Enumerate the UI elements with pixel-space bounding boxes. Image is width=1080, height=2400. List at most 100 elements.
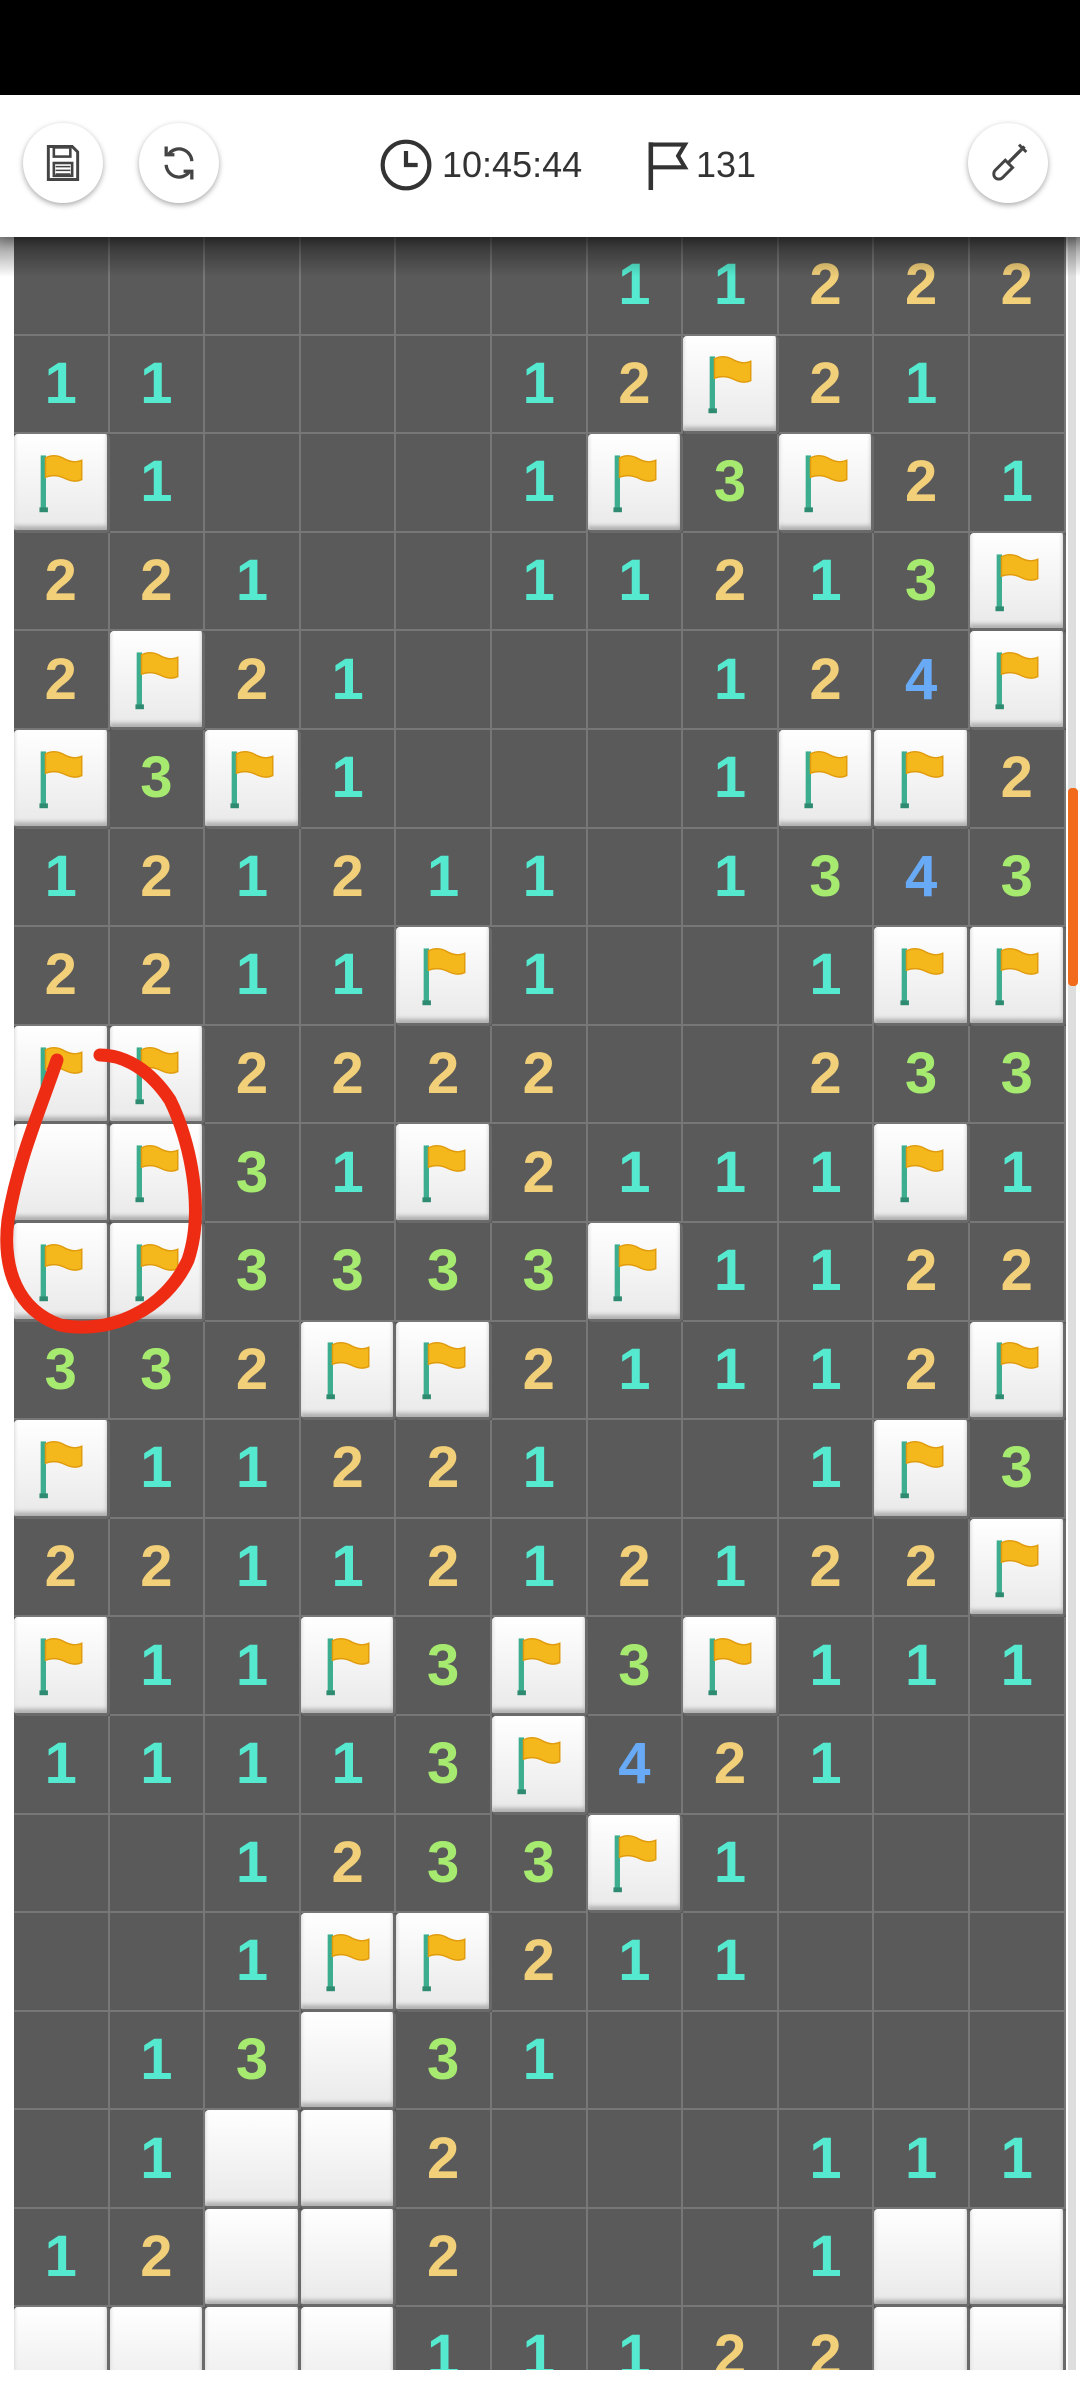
empty-cell[interactable] (14, 1913, 110, 2012)
number-cell[interactable]: 2 (14, 927, 110, 1026)
number-cell[interactable]: 1 (778, 1222, 875, 1322)
number-cell[interactable]: 1 (778, 532, 875, 632)
number-cell[interactable]: 1 (683, 1913, 779, 2012)
number-cell[interactable]: 1 (683, 1124, 779, 1223)
number-cell[interactable]: 2 (683, 532, 779, 632)
number-cell[interactable]: 4 (874, 631, 970, 730)
covered-cell[interactable] (300, 2011, 397, 2111)
number-cell[interactable]: 1 (300, 631, 397, 730)
minesweeper-grid[interactable]: 1122211122111321221112132211243112121211… (14, 237, 1066, 2370)
empty-cell[interactable] (396, 237, 492, 336)
flagged-cell[interactable] (300, 1321, 397, 1421)
number-cell[interactable]: 1 (205, 1617, 301, 1716)
covered-cell[interactable] (874, 2208, 970, 2308)
number-cell[interactable]: 1 (587, 1913, 684, 2012)
number-cell[interactable]: 1 (396, 828, 492, 928)
flagged-cell[interactable] (683, 335, 779, 435)
empty-cell[interactable] (205, 237, 301, 336)
number-cell[interactable]: 2 (969, 1222, 1066, 1322)
number-cell[interactable]: 1 (14, 2208, 110, 2308)
covered-cell[interactable] (300, 2208, 397, 2308)
flagged-cell[interactable] (874, 927, 970, 1026)
number-cell[interactable]: 1 (491, 1518, 588, 1618)
number-cell[interactable]: 2 (14, 631, 110, 730)
covered-cell[interactable] (874, 2307, 970, 2370)
number-cell[interactable]: 2 (396, 2208, 492, 2308)
empty-cell[interactable] (683, 2110, 779, 2209)
flagged-cell[interactable] (969, 927, 1066, 1026)
empty-cell[interactable] (587, 2110, 684, 2209)
number-cell[interactable]: 2 (205, 1025, 301, 1125)
empty-cell[interactable] (396, 335, 492, 435)
number-cell[interactable]: 1 (778, 1617, 875, 1716)
number-cell[interactable]: 1 (778, 1124, 875, 1223)
empty-cell[interactable] (969, 1715, 1066, 1815)
empty-cell[interactable] (683, 927, 779, 1026)
number-cell[interactable]: 1 (778, 927, 875, 1026)
flagged-cell[interactable] (396, 927, 492, 1026)
flagged-cell[interactable] (396, 1321, 492, 1421)
number-cell[interactable]: 1 (14, 335, 110, 435)
number-cell[interactable]: 1 (969, 2110, 1066, 2209)
number-cell[interactable]: 1 (683, 1321, 779, 1421)
number-cell[interactable]: 1 (587, 1321, 684, 1421)
number-cell[interactable]: 2 (491, 1124, 588, 1223)
number-cell[interactable]: 1 (778, 2110, 875, 2209)
empty-cell[interactable] (491, 729, 588, 829)
flagged-cell[interactable] (109, 1124, 206, 1223)
number-cell[interactable]: 3 (396, 1617, 492, 1716)
covered-cell[interactable] (205, 2110, 301, 2209)
number-cell[interactable]: 1 (109, 2110, 206, 2209)
save-button[interactable] (23, 123, 103, 203)
number-cell[interactable]: 1 (778, 1321, 875, 1421)
number-cell[interactable]: 2 (14, 1518, 110, 1618)
number-cell[interactable]: 1 (683, 729, 779, 829)
number-cell[interactable]: 2 (491, 1321, 588, 1421)
number-cell[interactable]: 3 (205, 2011, 301, 2111)
number-cell[interactable]: 1 (491, 2011, 588, 2111)
number-cell[interactable]: 3 (587, 1617, 684, 1716)
flagged-cell[interactable] (14, 1025, 110, 1125)
flagged-cell[interactable] (14, 729, 110, 829)
covered-cell[interactable] (205, 2307, 301, 2370)
number-cell[interactable]: 2 (109, 2208, 206, 2308)
number-cell[interactable]: 3 (969, 1420, 1066, 1519)
number-cell[interactable]: 3 (205, 1222, 301, 1322)
flagged-cell[interactable] (778, 729, 875, 829)
covered-cell[interactable] (300, 2307, 397, 2370)
number-cell[interactable]: 2 (14, 532, 110, 632)
empty-cell[interactable] (109, 1913, 206, 2012)
number-cell[interactable]: 1 (109, 1420, 206, 1519)
covered-cell[interactable] (205, 2208, 301, 2308)
flagged-cell[interactable] (683, 1617, 779, 1716)
flagged-cell[interactable] (778, 434, 875, 533)
empty-cell[interactable] (969, 1814, 1066, 1914)
empty-cell[interactable] (683, 2011, 779, 2111)
number-cell[interactable]: 1 (109, 335, 206, 435)
empty-cell[interactable] (109, 237, 206, 336)
number-cell[interactable]: 1 (300, 1124, 397, 1223)
number-cell[interactable]: 1 (14, 1715, 110, 1815)
number-cell[interactable]: 2 (778, 335, 875, 435)
empty-cell[interactable] (14, 2011, 110, 2111)
number-cell[interactable]: 2 (969, 729, 1066, 829)
flagged-cell[interactable] (969, 631, 1066, 730)
flagged-cell[interactable] (300, 1913, 397, 2012)
number-cell[interactable]: 3 (109, 1321, 206, 1421)
empty-cell[interactable] (14, 2110, 110, 2209)
number-cell[interactable]: 2 (778, 2307, 875, 2370)
number-cell[interactable]: 1 (109, 2011, 206, 2111)
number-cell[interactable]: 3 (109, 729, 206, 829)
number-cell[interactable]: 1 (778, 1715, 875, 1815)
number-cell[interactable]: 1 (491, 828, 588, 928)
covered-cell[interactable] (300, 2110, 397, 2209)
number-cell[interactable]: 2 (778, 631, 875, 730)
game-board-viewport[interactable]: 1122211122111321221112132211243112121211… (14, 237, 1066, 2370)
number-cell[interactable]: 1 (969, 434, 1066, 533)
flagged-cell[interactable] (14, 1222, 110, 1322)
empty-cell[interactable] (491, 2110, 588, 2209)
covered-cell[interactable] (14, 2307, 110, 2370)
number-cell[interactable]: 2 (300, 828, 397, 928)
flagged-cell[interactable] (874, 1420, 970, 1519)
number-cell[interactable]: 3 (683, 434, 779, 533)
